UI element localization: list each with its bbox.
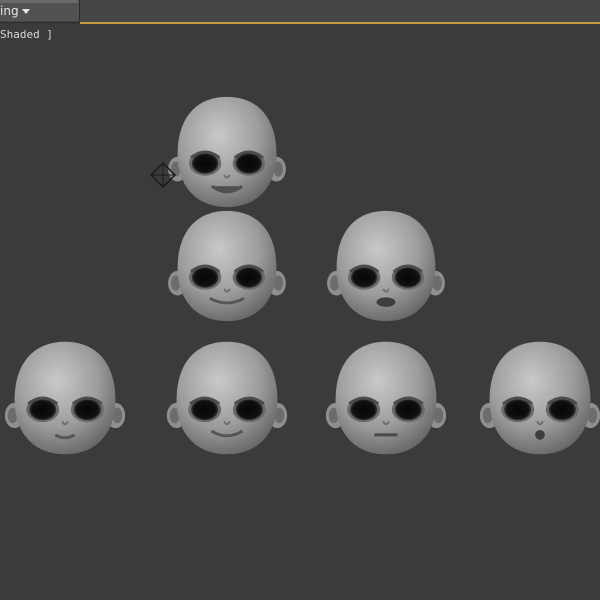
workspace-dropdown-label: ing: [0, 4, 19, 18]
viewport-scene: [3, 95, 600, 456]
head-model: [478, 340, 600, 456]
head-model: [324, 340, 448, 456]
head-model: [166, 95, 288, 209]
3d-viewport[interactable]: [0, 24, 600, 600]
top-toolbar: ing: [0, 0, 600, 22]
head-model: [3, 340, 127, 456]
viewport-shading-label[interactable]: Shaded ]: [0, 28, 53, 41]
head-model: [325, 209, 447, 323]
workspace-dropdown[interactable]: ing: [0, 0, 80, 21]
head-model: [166, 209, 288, 323]
chevron-down-icon: [22, 9, 30, 14]
divider: [0, 22, 80, 23]
head-model: [165, 340, 289, 456]
